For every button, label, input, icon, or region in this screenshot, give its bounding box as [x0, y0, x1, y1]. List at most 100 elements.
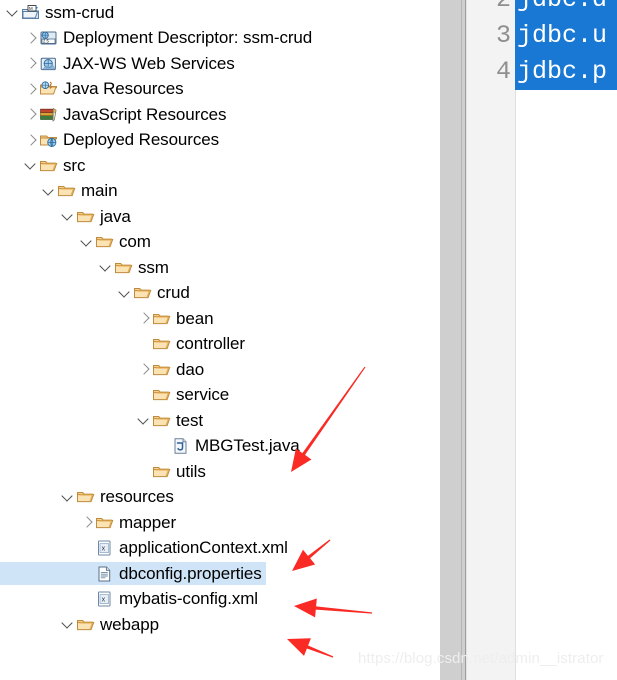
chevron-right-icon[interactable]: [24, 78, 39, 101]
tree-item-mbgtest-java[interactable]: MBGTest.java: [0, 435, 304, 458]
chevron-down-icon[interactable]: [24, 154, 39, 177]
code-line[interactable]: 2jdbc.d: [467, 0, 617, 18]
panel-divider-sash[interactable]: [440, 0, 466, 680]
tree-row[interactable]: mapper: [0, 510, 440, 536]
chevron-right-icon[interactable]: [24, 27, 39, 50]
tree-row[interactable]: utils: [0, 459, 440, 485]
tree-row[interactable]: controller: [0, 332, 440, 358]
web-project-icon: M: [21, 4, 40, 22]
java-resources-icon: [39, 80, 58, 98]
properties-file-icon: [95, 565, 114, 583]
chevron-right-icon[interactable]: [24, 129, 39, 152]
tree-row[interactable]: Java Resources: [0, 77, 440, 103]
tree-row[interactable]: Deployed Resources: [0, 128, 440, 154]
tree-row[interactable]: src: [0, 153, 440, 179]
tree-item-deployed-resources[interactable]: Deployed Resources: [0, 129, 223, 152]
code-text[interactable]: jdbc.p: [515, 54, 617, 90]
tree-item-label: dao: [176, 359, 205, 379]
chevron-down-icon[interactable]: [118, 282, 133, 305]
tree-row[interactable]: dbconfig.properties: [0, 561, 440, 587]
xml-file-icon: x: [95, 539, 114, 557]
chevron-right-icon[interactable]: [137, 358, 152, 381]
tree-row[interactable]: crud: [0, 281, 440, 307]
tree-row[interactable]: 2.5 Deployment Descriptor: ssm-crud: [0, 26, 440, 52]
tree-item-label: mapper: [119, 512, 177, 532]
chevron-down-icon[interactable]: [6, 1, 21, 24]
tree-item-ssm-crud[interactable]: Mssm-crud: [0, 1, 118, 24]
tree-item-resources[interactable]: resources: [0, 486, 178, 509]
chevron-down-icon[interactable]: [61, 205, 76, 228]
tree-item-label: webapp: [100, 614, 159, 634]
svg-text:2.5: 2.5: [43, 39, 49, 44]
tree-row[interactable]: x applicationContext.xml: [0, 536, 440, 562]
tree-row[interactable]: java: [0, 204, 440, 230]
tree-row[interactable]: resources: [0, 485, 440, 511]
tree-item-label: applicationContext.xml: [119, 538, 288, 558]
chevron-down-icon[interactable]: [61, 613, 76, 636]
code-editor-pane[interactable]: 2jdbc.d3jdbc.u4jdbc.p: [466, 0, 617, 680]
tree-item-label: src: [63, 155, 86, 175]
tree-item-mapper[interactable]: mapper: [0, 511, 180, 534]
tree-item-webapp[interactable]: webapp: [0, 613, 163, 636]
xml-file-icon: x: [95, 590, 114, 608]
chevron-down-icon[interactable]: [42, 180, 57, 203]
tree-item-deployment-descriptor-ssm-crud[interactable]: 2.5 Deployment Descriptor: ssm-crud: [0, 27, 316, 50]
chevron-right-icon[interactable]: [80, 511, 95, 534]
tree-item-java[interactable]: java: [0, 205, 135, 228]
chevron-right-icon[interactable]: [24, 103, 39, 126]
tree-row[interactable]: bean: [0, 306, 440, 332]
tree-item-mybatis-config-xml[interactable]: x mybatis-config.xml: [0, 588, 262, 611]
tree-item-service[interactable]: service: [0, 384, 233, 407]
project-explorer[interactable]: Mssm-crud 2.5 Deployment Descriptor: ssm-c…: [0, 0, 440, 680]
tree-item-label: MBGTest.java: [195, 436, 300, 456]
tree-item-com[interactable]: com: [0, 231, 155, 254]
chevron-down-icon[interactable]: [99, 256, 114, 279]
tree-item-label: java: [100, 206, 131, 226]
code-text[interactable]: jdbc.u: [515, 18, 617, 54]
tree-item-label: mybatis-config.xml: [119, 589, 258, 609]
tree-item-ssm[interactable]: ssm: [0, 256, 173, 279]
tree-row[interactable]: dao: [0, 357, 440, 383]
tree-row[interactable]: JavaScript Resources: [0, 102, 440, 128]
line-number: 2: [467, 0, 515, 18]
tree-item-controller[interactable]: controller: [0, 333, 249, 356]
chevron-down-icon[interactable]: [80, 231, 95, 254]
chevron-down-icon[interactable]: [137, 409, 152, 432]
tree-item-main[interactable]: main: [0, 180, 121, 203]
tree-row[interactable]: MBGTest.java: [0, 434, 440, 460]
tree-row[interactable]: test: [0, 408, 440, 434]
code-line[interactable]: 4 jdbc.p: [467, 54, 617, 90]
tree-item-label: test: [176, 410, 204, 430]
tree-row[interactable]: ssm: [0, 255, 440, 281]
tree-item-test[interactable]: test: [0, 409, 207, 432]
tree-row[interactable]: com: [0, 230, 440, 256]
tree-item-jax-ws-web-services[interactable]: JAX-WS Web Services: [0, 52, 239, 75]
tree-row[interactable]: JAX-WS Web Services: [0, 51, 440, 77]
tree-item-crud[interactable]: crud: [0, 282, 194, 305]
tree-item-java-resources[interactable]: Java Resources: [0, 78, 188, 101]
tree-item-javascript-resources[interactable]: JavaScript Resources: [0, 103, 230, 126]
tree-row[interactable]: webapp: [0, 612, 440, 638]
tree-item-bean[interactable]: bean: [0, 307, 217, 330]
tree-row[interactable]: main: [0, 179, 440, 205]
javascript-resources-icon: [39, 106, 58, 124]
chevron-right-icon[interactable]: [24, 52, 39, 75]
tree-item-applicationcontext-xml[interactable]: x applicationContext.xml: [0, 537, 292, 560]
tree-row[interactable]: x mybatis-config.xml: [0, 587, 440, 613]
tree-item-dbconfig-properties[interactable]: dbconfig.properties: [0, 562, 266, 586]
watermark-text: https://blog.csdn.net/admin__istrator: [358, 650, 604, 667]
tree-row[interactable]: Mssm-crud: [0, 0, 440, 26]
chevron-right-icon[interactable]: [137, 307, 152, 330]
tree-item-utils[interactable]: utils: [0, 460, 210, 483]
folder-icon: [95, 514, 114, 532]
tree-item-dao[interactable]: dao: [0, 358, 208, 381]
code-text[interactable]: jdbc.d: [515, 0, 617, 18]
tree-row[interactable]: service: [0, 383, 440, 409]
chevron-down-icon[interactable]: [61, 486, 76, 509]
code-line[interactable]: 3 jdbc.u: [467, 18, 617, 54]
tree-item-src[interactable]: src: [0, 154, 89, 177]
folder-icon: [39, 157, 58, 175]
